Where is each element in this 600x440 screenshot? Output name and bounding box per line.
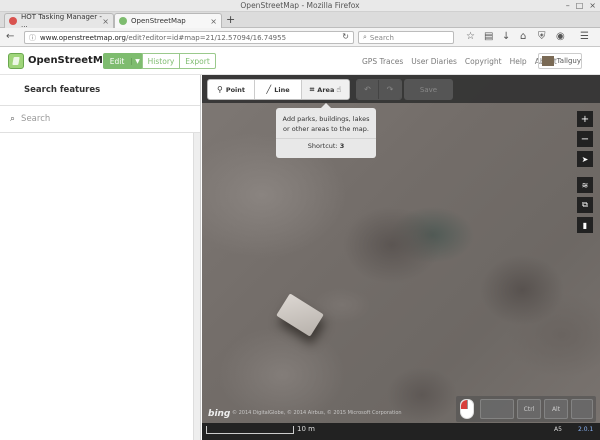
navigation-bar: ← ⓘ www.openstreetmap.org /edit?editor=i… [0, 28, 600, 47]
new-tab-button[interactable]: + [226, 13, 235, 26]
area-icon: ⌗ [309, 84, 315, 94]
top-links: GPS Traces User Diaries Copyright Help A… [362, 57, 557, 66]
help-book-icon[interactable]: ▮ [577, 217, 593, 233]
tab-openstreetmap[interactable]: OpenStreetMap × [114, 13, 222, 28]
map-data-icon[interactable]: ⧉ [577, 197, 593, 213]
map-canvas[interactable] [202, 75, 600, 440]
osm-logo-icon[interactable] [8, 53, 24, 69]
url-path: /edit?editor=id#map=21/12.57094/16.74955 [125, 33, 287, 42]
redo-icon[interactable]: ↷ [379, 80, 401, 99]
key-alt: Alt [544, 399, 568, 419]
zoom-out-icon[interactable]: − [577, 131, 593, 147]
map-pin-icon: ⚲ [216, 85, 223, 94]
home-icon[interactable]: ⌂ [520, 31, 526, 42]
history-button[interactable]: History [142, 53, 180, 69]
line-icon: ╱ [266, 85, 272, 94]
user-menu[interactable]: Tallguy [538, 53, 582, 69]
hand-cursor-icon: ☝ [336, 85, 342, 94]
shortcut-key: 3 [339, 142, 345, 150]
mouse-icon [460, 399, 474, 419]
add-area-button[interactable]: ⌗ Area ☝ [302, 80, 349, 99]
export-button[interactable]: Export [179, 53, 216, 69]
avatar [542, 56, 554, 66]
download-icon[interactable]: ↓ [502, 31, 510, 42]
key-shift [480, 399, 514, 419]
area-tooltip: Add parks, buildings, lakes or other are… [276, 103, 376, 158]
point-label: Point [225, 85, 246, 94]
tab-strip: HOT Tasking Manager - ... × OpenStreetMa… [0, 12, 600, 29]
imagery-attribution: © 2014 DigitalGlobe, © 2014 Airbus, © 20… [232, 410, 402, 416]
tab-hot-tasking-manager[interactable]: HOT Tasking Manager - ... × [4, 13, 114, 29]
hamburger-menu-icon[interactable]: ☰ [580, 31, 589, 42]
area-label: Area [317, 85, 335, 94]
hot-favicon-icon [9, 17, 17, 25]
link-user-diaries[interactable]: User Diaries [411, 57, 457, 66]
geolocate-icon[interactable]: ➤ [577, 151, 593, 167]
scale-bar [206, 426, 294, 434]
zoom-in-icon[interactable]: + [577, 111, 593, 127]
save-button[interactable]: Save [404, 79, 453, 100]
search-icon: ⌕ [10, 114, 16, 124]
link-gps-traces[interactable]: GPS Traces [362, 57, 403, 66]
sync-icon[interactable]: ◉ [556, 31, 565, 42]
shield-icon[interactable]: ⛨ [538, 31, 546, 42]
back-icon[interactable]: ← [6, 31, 14, 42]
link-help[interactable]: Help [510, 57, 527, 66]
undo-icon[interactable]: ↶ [357, 80, 379, 99]
search-icon: ⌕ [363, 33, 367, 41]
feature-search-input[interactable]: ⌕ Search [0, 105, 200, 133]
minimize-icon[interactable]: – [566, 1, 570, 10]
bing-logo: bing [208, 409, 231, 419]
feature-sidebar: Search features ⌕ Search [0, 75, 201, 440]
tooltip-text: Add parks, buildings, lakes or other are… [276, 108, 376, 139]
osm-favicon-icon [119, 17, 127, 25]
search-placeholder: Search [369, 33, 394, 42]
scale-label: 10 m [297, 425, 315, 433]
window-titlebar: OpenStreetMap - Mozilla Firefox – □ × [0, 0, 600, 12]
footer-user: A5 [554, 426, 562, 433]
key-ctrl: Ctrl [517, 399, 541, 419]
maximize-icon[interactable]: □ [576, 1, 584, 10]
add-point-button[interactable]: ⚲ Point [208, 80, 255, 99]
reading-list-icon[interactable]: ▤ [484, 31, 493, 42]
add-line-button[interactable]: ╱ Line [255, 80, 302, 99]
window-controls: – □ × [566, 1, 596, 10]
edit-button[interactable]: Edit ▼ [103, 53, 143, 69]
undo-redo-group: ↶ ↷ [356, 79, 402, 100]
tab-label: OpenStreetMap [131, 17, 186, 25]
browser-search-input[interactable]: ⌕ Search [358, 31, 454, 44]
username: Tallguy [556, 57, 581, 65]
search-placeholder: Search [21, 114, 51, 124]
line-label: Line [274, 85, 290, 94]
edit-label: Edit [109, 56, 125, 66]
tab-close-icon[interactable]: × [210, 17, 217, 26]
sidebar-title: Search features [24, 85, 101, 95]
info-icon[interactable]: ⓘ [29, 33, 36, 43]
tab-label: HOT Tasking Manager - ... [21, 13, 102, 29]
link-copyright[interactable]: Copyright [465, 57, 502, 66]
key-meta [571, 399, 593, 419]
osm-header: OpenStreetMap Edit ▼ History Export GPS … [0, 47, 600, 75]
tooltip-shortcut: Shortcut: 3 [307, 142, 345, 150]
reload-icon[interactable]: ↻ [342, 32, 349, 41]
sidebar-scrollbar[interactable] [193, 133, 200, 440]
layers-icon[interactable]: ≋ [577, 177, 593, 193]
star-icon[interactable]: ☆ [466, 31, 475, 42]
tab-close-icon[interactable]: × [102, 17, 109, 26]
add-feature-tools: ⚲ Point ╱ Line ⌗ Area ☝ [207, 79, 350, 100]
version-link[interactable]: 2.0.1 [578, 426, 593, 433]
close-icon[interactable]: × [589, 1, 596, 10]
window-title: OpenStreetMap - Mozilla Firefox [240, 1, 360, 10]
url-bar[interactable]: ⓘ www.openstreetmap.org /edit?editor=id#… [24, 31, 354, 44]
url-domain: www.openstreetmap.org [40, 33, 126, 42]
